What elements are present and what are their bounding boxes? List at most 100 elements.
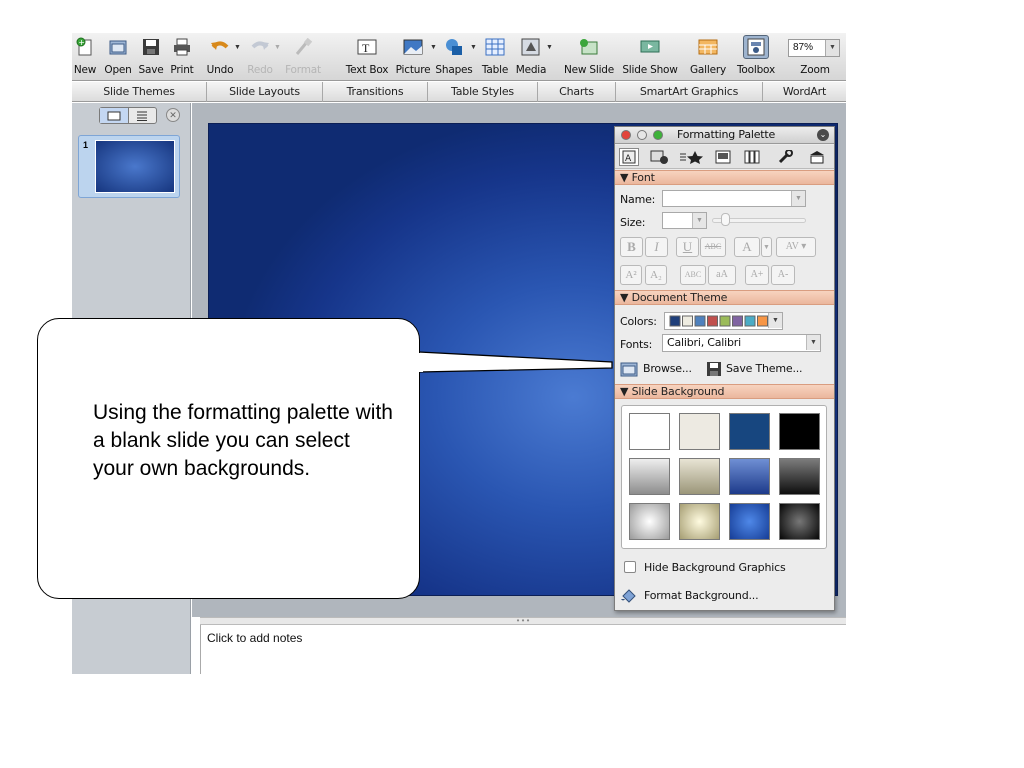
background-swatch-black-radial[interactable] xyxy=(779,503,820,540)
print-icon xyxy=(172,37,192,57)
save-theme-button[interactable]: Save Theme... xyxy=(706,360,806,378)
background-swatch-cream-radial[interactable] xyxy=(679,503,720,540)
tab-table-styles[interactable]: Table Styles xyxy=(427,82,537,102)
tab-custom-animation[interactable] xyxy=(677,148,705,166)
chevron-down-icon[interactable]: ▼ xyxy=(692,213,706,228)
shapes-button[interactable]: ▼ Shapes xyxy=(435,33,477,81)
subscript-button[interactable]: A₂ xyxy=(645,265,667,285)
background-swatch-white[interactable] xyxy=(629,413,670,450)
shapes-dropdown-arrow[interactable]: ▼ xyxy=(470,44,477,51)
slide-thumbnail-image xyxy=(95,140,175,193)
tab-slide-themes[interactable]: Slide Themes xyxy=(72,82,206,102)
notes-splitter[interactable]: • • • xyxy=(200,617,846,625)
tab-object-palette[interactable] xyxy=(649,148,669,166)
slide-background-section-header[interactable]: ▼ Slide Background xyxy=(615,384,834,399)
redo-dropdown-arrow[interactable]: ▼ xyxy=(274,44,281,51)
tab-compatibility[interactable] xyxy=(775,148,795,166)
new-button[interactable]: + New xyxy=(72,33,98,81)
slides-view-icon xyxy=(107,111,121,120)
tab-slide-layouts[interactable]: Slide Layouts xyxy=(206,82,322,102)
undo-button[interactable]: ▼ Undo xyxy=(204,33,241,81)
fonts-label: Fonts: xyxy=(620,338,653,351)
tab-transitions[interactable]: Transitions xyxy=(322,82,427,102)
media-button[interactable]: ▼ Media xyxy=(514,33,553,81)
zoom-button: Zoom xyxy=(790,33,840,81)
shrink-font-button[interactable]: A- xyxy=(771,265,795,285)
format-painter-button[interactable]: Format xyxy=(285,33,321,81)
callout-text: Using the formatting palette with a blan… xyxy=(93,401,393,480)
print-button[interactable]: Print xyxy=(168,33,196,81)
open-button[interactable]: Open xyxy=(103,33,133,81)
table-button[interactable]: Table xyxy=(480,33,510,81)
open-icon xyxy=(620,362,638,377)
tab-charts[interactable]: Charts xyxy=(537,82,615,102)
background-swatch-khaki-gradient[interactable] xyxy=(679,458,720,495)
tab-smartart-graphics[interactable]: SmartArt Graphics xyxy=(615,82,762,102)
chevron-down-icon[interactable]: ▼ xyxy=(768,313,782,328)
background-swatch-silver-radial[interactable] xyxy=(629,503,670,540)
background-swatch-charcoal-gradient[interactable] xyxy=(779,458,820,495)
toolbox-button[interactable]: Toolbox xyxy=(736,33,776,81)
slides-view-button[interactable] xyxy=(100,108,129,123)
strikethrough-button[interactable]: ABC xyxy=(700,237,726,257)
new-slide-button[interactable]: New Slide xyxy=(564,33,614,81)
background-swatch-navy[interactable] xyxy=(729,413,770,450)
character-spacing-button[interactable]: AV ▾ xyxy=(776,237,816,257)
italic-button[interactable]: I xyxy=(645,237,668,257)
media-dropdown-arrow[interactable]: ▼ xyxy=(546,44,553,51)
gallery-button[interactable]: Gallery xyxy=(688,33,728,81)
document-theme-section-title: Document Theme xyxy=(631,291,728,304)
media-icon xyxy=(521,37,541,57)
tab-scrapbook[interactable] xyxy=(713,148,733,166)
grow-font-button[interactable]: A+ xyxy=(745,265,769,285)
text-box-icon: T xyxy=(357,37,377,57)
minimize-window-button[interactable] xyxy=(637,130,647,140)
font-section-header[interactable]: ▼ Font xyxy=(615,170,834,185)
theme-colors-selector[interactable]: ▼ xyxy=(664,312,783,330)
font-name-field[interactable]: ▼ xyxy=(662,190,806,207)
tab-reference-tools[interactable] xyxy=(743,148,763,166)
format-background-button[interactable]: Format Background... xyxy=(620,586,770,604)
background-swatch-blue-gradient[interactable] xyxy=(729,458,770,495)
theme-color-swatch xyxy=(694,315,706,327)
superscript-button[interactable]: A² xyxy=(620,265,642,285)
small-caps-button[interactable]: ABC xyxy=(680,265,706,285)
hide-background-graphics-checkbox[interactable] xyxy=(624,561,636,573)
notes-pane[interactable]: Click to add notes xyxy=(200,625,846,674)
background-swatch-beige[interactable] xyxy=(679,413,720,450)
redo-button[interactable]: ▼ Redo xyxy=(244,33,281,81)
tab-wordart[interactable]: WordArt xyxy=(762,82,846,102)
change-case-button[interactable]: aA xyxy=(708,265,736,285)
palette-options-icon[interactable]: ⌄ xyxy=(817,129,829,141)
font-color-dropdown[interactable]: ▼ xyxy=(761,237,772,257)
font-color-button[interactable]: A xyxy=(734,237,760,257)
background-swatch-blue-radial[interactable] xyxy=(729,503,770,540)
text-box-button[interactable]: T Text Box xyxy=(342,33,392,81)
media-label: Media xyxy=(515,64,547,76)
background-swatch-black[interactable] xyxy=(779,413,820,450)
chevron-down-icon[interactable]: ▼ xyxy=(791,191,805,206)
hide-background-graphics-label: Hide Background Graphics xyxy=(644,561,786,574)
font-size-slider-handle[interactable] xyxy=(721,213,730,226)
tab-project-palette[interactable] xyxy=(807,148,827,166)
zoom-window-button[interactable] xyxy=(653,130,663,140)
undo-dropdown-arrow[interactable]: ▼ xyxy=(234,44,241,51)
bold-button[interactable]: B xyxy=(620,237,643,257)
document-theme-section-header[interactable]: ▼ Document Theme xyxy=(615,290,834,305)
slide-show-button[interactable]: Slide Show xyxy=(622,33,678,81)
picture-button[interactable]: ▼ Picture xyxy=(394,33,437,81)
background-swatch-grey-gradient[interactable] xyxy=(629,458,670,495)
palette-title-bar[interactable]: Formatting Palette ⌄ xyxy=(615,127,834,144)
browse-themes-button[interactable]: Browse... xyxy=(620,360,698,378)
elements-gallery-tabs: Slide Themes Slide Layouts Transitions T… xyxy=(72,82,846,102)
close-icon[interactable]: ✕ xyxy=(166,108,180,122)
close-window-button[interactable] xyxy=(621,130,631,140)
slide-thumbnail[interactable]: 1 xyxy=(78,135,180,198)
outline-view-button[interactable] xyxy=(129,108,157,123)
font-size-field[interactable]: ▼ xyxy=(662,212,707,229)
theme-color-swatch xyxy=(707,315,718,327)
chevron-down-icon[interactable]: ▼ xyxy=(806,335,820,350)
underline-button[interactable]: U xyxy=(676,237,699,257)
tab-formatting[interactable]: A xyxy=(619,148,639,166)
theme-fonts-selector[interactable]: Calibri, Calibri ▼ xyxy=(662,334,821,352)
